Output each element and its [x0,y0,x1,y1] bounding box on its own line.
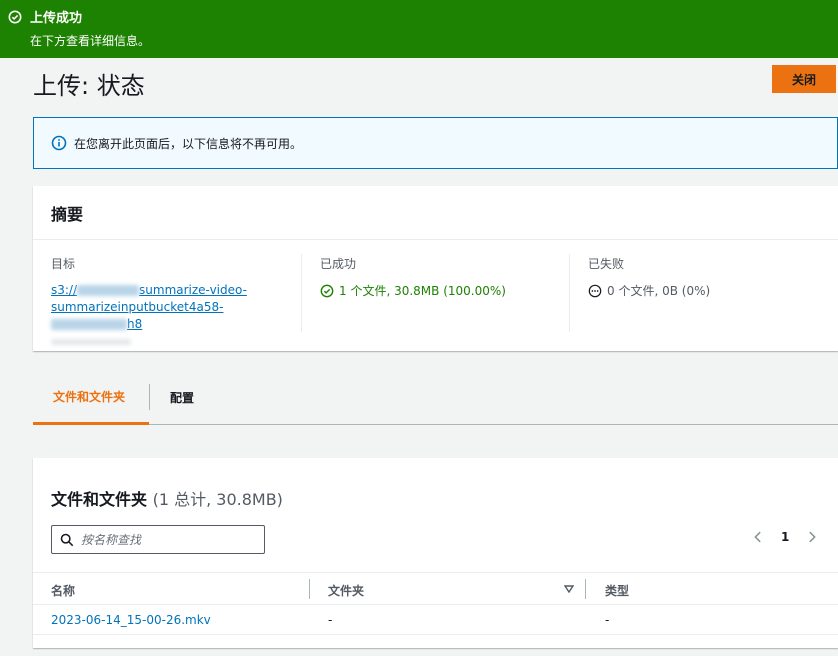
files-panel: 文件和文件夹 (1 总计, 30.8MB) 1 名称 文件夹 类型 2023-0… [33,458,838,648]
chevron-left-icon[interactable] [751,530,765,544]
success-icon [320,284,334,297]
destination-link[interactable]: s3://summarize-video- summarizeinputbuck… [51,282,283,333]
info-alert-text: 在您离开此页面后，以下信息将不再可用。 [74,136,303,151]
files-heading: 文件和文件夹 (1 总计, 30.8MB) [51,490,283,509]
check-circle-icon [8,10,22,23]
column-header-type[interactable]: 类型 [605,582,629,599]
column-divider[interactable] [309,579,310,599]
chevron-right-icon[interactable] [805,530,819,544]
pagination: 1 [751,530,819,544]
page-title: 上传: 状态 [33,72,145,100]
succeeded-label: 已成功 [320,257,357,271]
failed-value: 0 个文件, 0B (0%) [588,282,819,299]
column-header-folder[interactable]: 文件夹 [328,582,364,599]
info-icon [51,135,67,151]
tab-bar: 文件和文件夹 配置 [33,370,838,425]
failed-column: 已失败 0 个文件, 0B (0%) [569,254,837,332]
table-header: 名称 文件夹 类型 [33,572,838,605]
files-count: (1 总计, 30.8MB) [152,490,283,509]
summary-heading: 摘要 [33,186,838,240]
summary-panel: 摘要 目标 s3://summarize-video- summarizeinp… [33,186,838,351]
column-header-name[interactable]: 名称 [51,582,75,599]
info-alert: 在您离开此页面后，以下信息将不再可用。 [33,117,838,169]
success-flashbar: 上传成功 在下方查看详细信息。 [0,0,838,58]
file-folder: - [328,613,333,627]
succeeded-value: 1 个文件, 30.8MB (100.00%) [320,282,551,299]
tab-configuration[interactable]: 配置 [150,370,214,425]
failed-label: 已失败 [588,257,625,271]
sort-descending-icon[interactable] [564,584,574,594]
destination-label: 目标 [51,257,76,271]
destination-column: 目标 s3://summarize-video- summarizeinputb… [33,240,301,350]
file-name-link[interactable]: 2023-06-14_15-00-26.mkv [51,613,211,627]
close-button[interactable]: 关闭 [772,65,836,93]
search-icon [60,533,74,546]
pending-icon [588,284,602,297]
current-page[interactable]: 1 [781,530,789,544]
flash-title: 上传成功 [30,11,83,26]
flash-description: 在下方查看详细信息。 [30,34,151,48]
succeeded-column: 已成功 1 个文件, 30.8MB (100.00%) [301,254,569,332]
column-divider[interactable] [585,579,586,599]
search-input[interactable] [81,532,261,547]
table-row: 2023-06-14_15-00-26.mkv - - [33,605,838,635]
tab-files-and-folders[interactable]: 文件和文件夹 [33,370,149,425]
file-type: - [605,613,610,627]
search-box[interactable] [51,525,265,554]
